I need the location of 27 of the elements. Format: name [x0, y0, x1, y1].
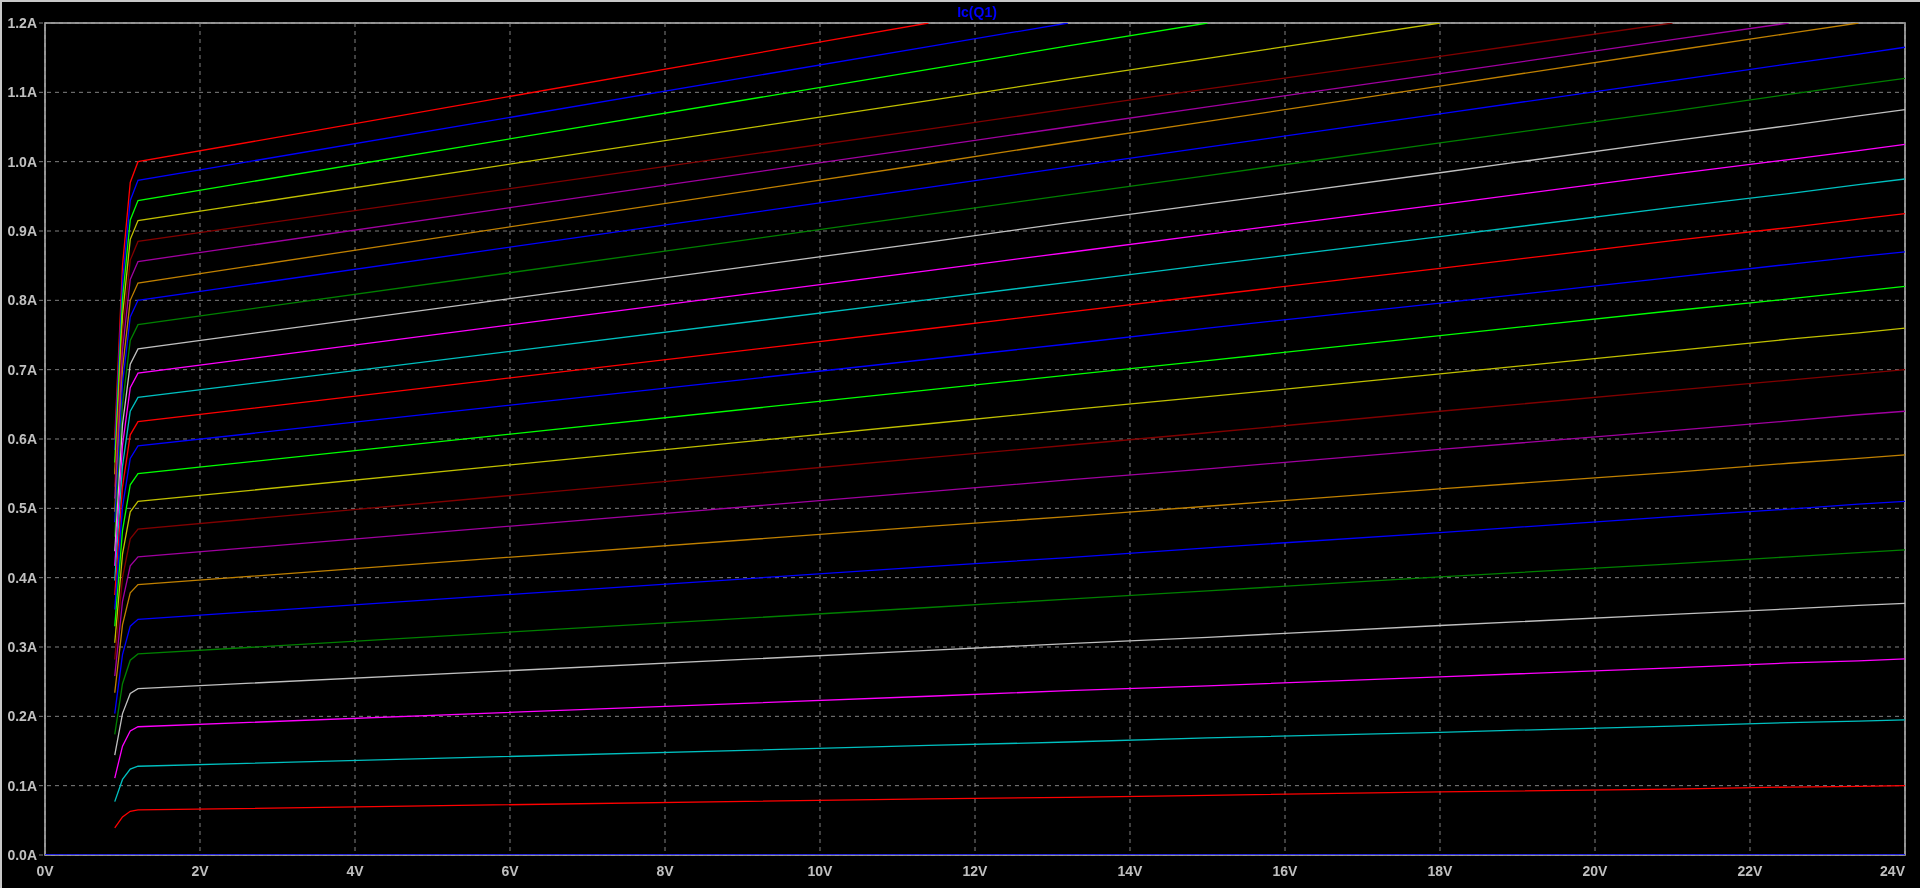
axis-label: 1.2A: [7, 15, 37, 31]
axis-label: 0.8A: [7, 292, 37, 309]
axis-label: 18V: [1427, 863, 1453, 879]
axis-label: 16V: [1272, 863, 1298, 879]
axis-label: 1.1A: [7, 84, 37, 101]
axis-label: 1.0A: [7, 153, 37, 170]
chart-title: Ic(Q1): [957, 4, 997, 20]
axis-label: 12V: [962, 863, 988, 879]
axis-label: 0V: [36, 863, 54, 879]
axis-label: 24V: [1880, 863, 1905, 879]
axis-label: 14V: [1117, 863, 1143, 879]
axis-label: 0.0A: [7, 847, 37, 863]
axis-label: 0.5A: [7, 500, 37, 517]
axis-label: 0.4A: [7, 569, 37, 586]
axis-label: 10V: [807, 863, 833, 879]
axis-label: 0.9A: [7, 223, 37, 239]
axis-label: 20V: [1582, 863, 1608, 879]
axis-label: 0.3A: [7, 639, 37, 655]
axis-label: 8V: [656, 863, 674, 879]
axis-label: 4V: [346, 863, 364, 879]
axis-label: 2V: [191, 863, 209, 879]
axis-label: 6V: [501, 863, 519, 879]
axis-label: 0.1A: [7, 777, 37, 794]
axis-label: 0.2A: [7, 708, 37, 725]
axis-label: 0.7A: [7, 361, 37, 378]
axis-label: 22V: [1737, 863, 1763, 879]
axis-label: 0.6A: [7, 431, 37, 447]
